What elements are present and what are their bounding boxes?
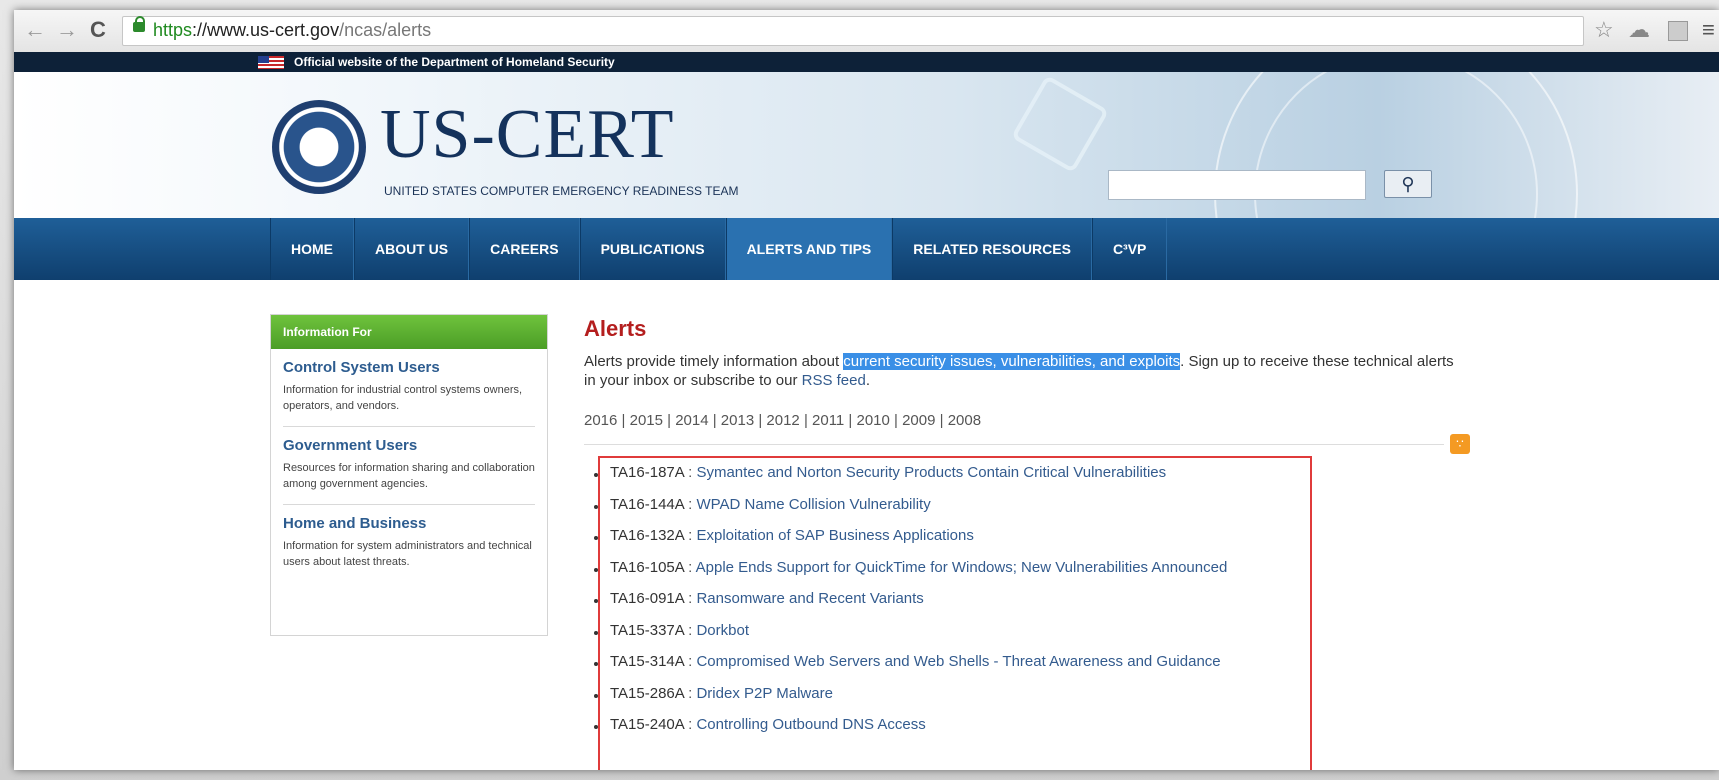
search-button[interactable]: ⚲	[1384, 170, 1432, 198]
intro-paragraph: Alerts provide timely information about …	[584, 352, 1464, 390]
cloud-icon[interactable]: ☁	[1628, 17, 1650, 43]
alert-id: TA16-091A	[610, 590, 684, 607]
nav-item-c-vp[interactable]: C³VP	[1091, 218, 1168, 280]
extension-icon[interactable]	[1668, 21, 1688, 41]
alert-separator: :	[683, 495, 697, 513]
alert-list-item: TA16-132A : Exploitation of SAP Business…	[584, 527, 1227, 559]
sidebar-link-home-and-business[interactable]: Home and Business	[283, 515, 535, 532]
sidebar-block-control-systems: Control System Users Information for ind…	[283, 349, 535, 427]
nav-item-alerts-and-tips[interactable]: ALERTS AND TIPS	[725, 218, 893, 280]
reload-icon[interactable]: C	[90, 18, 106, 42]
nav-item-home[interactable]: HOME	[270, 218, 354, 280]
url-host: ://www.us-cert.gov	[192, 20, 340, 40]
nav-item-careers[interactable]: CAREERS	[469, 218, 580, 280]
alert-separator: :	[683, 590, 697, 607]
alert-separator: :	[683, 558, 696, 576]
alert-id: TA15-286A	[610, 684, 684, 702]
menu-icon[interactable]: ≡	[1702, 17, 1715, 43]
alert-list-item: TA15-240A : Controlling Outbound DNS Acc…	[584, 716, 1227, 748]
browser-toolbar: ← → C https://www.us-cert.gov/ncas/alert…	[14, 10, 1719, 53]
site-title[interactable]: US-CERT	[380, 98, 675, 172]
alert-separator: :	[683, 653, 697, 670]
alert-separator: :	[683, 621, 697, 639]
search-input[interactable]	[1108, 170, 1366, 200]
browser-window: ← → C https://www.us-cert.gov/ncas/alert…	[14, 10, 1719, 770]
address-bar[interactable]: https://www.us-cert.gov/ncas/alerts	[122, 16, 1584, 46]
alert-title-link[interactable]: Ransomware and Recent Variants	[696, 590, 923, 607]
alert-title-link[interactable]: Dorkbot	[696, 622, 749, 639]
forward-icon[interactable]: →	[56, 18, 78, 42]
alert-list-item: TA16-144A : WPAD Name Collision Vulnerab…	[584, 496, 1227, 528]
alert-title-link[interactable]: Dridex P2P Malware	[696, 685, 832, 702]
alert-id: TA15-337A	[610, 621, 684, 639]
sidebar-block-home-business: Home and Business Information for system…	[283, 505, 535, 582]
sidebar-link-government-users[interactable]: Government Users	[283, 437, 535, 454]
alert-title-link[interactable]: WPAD Name Collision Vulnerability	[696, 496, 930, 513]
main-nav-items: HOME ABOUT US CAREERS PUBLICATIONS ALERTS AN…	[270, 218, 1168, 280]
alert-list-item: TA16-187A : Symantec and Norton Security…	[584, 464, 1227, 496]
sidebar-desc: Information for system administrators an…	[283, 540, 532, 568]
information-for-sidebar: Information For Control System Users Inf…	[270, 314, 548, 636]
sidebar-link-control-system-users[interactable]: Control System Users	[283, 359, 535, 376]
alert-id: TA15-314A	[610, 653, 684, 670]
back-icon[interactable]: ←	[24, 18, 46, 42]
alert-id: TA15-240A	[610, 716, 684, 733]
official-website-strip: Official website of the Department of Ho…	[14, 52, 1719, 72]
dhs-seal-logo[interactable]	[272, 100, 366, 194]
alert-id: TA16-187A	[610, 464, 684, 481]
decorative-hexagon	[1010, 74, 1110, 174]
alert-id: TA16-144A	[610, 495, 684, 513]
alert-title-link[interactable]: Symantec and Norton Security Products Co…	[696, 464, 1166, 481]
alert-separator: :	[683, 527, 697, 544]
intro-highlighted-text: current security issues, vulnerabilities…	[843, 353, 1181, 370]
us-flag-icon	[258, 56, 284, 69]
divider	[584, 444, 1444, 445]
url-path: /ncas/alerts	[339, 20, 432, 40]
alert-list-item: TA16-105A : Apple Ends Support for Quick…	[584, 559, 1227, 591]
alert-title-link[interactable]: Compromised Web Servers and Web Shells -…	[696, 653, 1220, 670]
year-filter-links[interactable]: 2016 | 2015 | 2014 | 2013 | 2012 | 2011 …	[584, 412, 1484, 429]
intro-text: Alerts provide timely information about	[584, 353, 844, 370]
rss-feed-link[interactable]: RSS feed	[802, 372, 866, 389]
alert-list-item: TA15-314A : Compromised Web Servers and …	[584, 653, 1227, 685]
alert-list-item: TA15-337A : Dorkbot	[584, 622, 1227, 654]
main-navigation: HOME ABOUT US CAREERS PUBLICATIONS ALERTS AN…	[14, 218, 1719, 280]
alert-list-item: TA16-091A : Ransomware and Recent Varian…	[584, 590, 1227, 622]
bookmark-star-icon[interactable]: ☆	[1594, 17, 1614, 43]
alert-title-link[interactable]: Exploitation of SAP Business Application…	[696, 527, 973, 544]
sidebar-heading: Information For	[271, 315, 547, 349]
lock-icon	[133, 16, 145, 32]
sidebar-desc: Resources for information sharing and co…	[283, 462, 535, 490]
sidebar-block-government: Government Users Resources for informati…	[283, 427, 535, 505]
alert-title-link[interactable]: Apple Ends Support for QuickTime for Win…	[696, 559, 1228, 576]
site-subtitle: UNITED STATES COMPUTER EMERGENCY READINE…	[384, 184, 739, 198]
nav-item-about-us[interactable]: ABOUT US	[354, 218, 470, 280]
official-website-text: Official website of the Department of Ho…	[294, 55, 615, 69]
site-header: US-CERT UNITED STATES COMPUTER EMERGENCY…	[14, 72, 1719, 218]
url-scheme: https	[153, 20, 193, 40]
nav-item-publications[interactable]: PUBLICATIONS	[579, 218, 726, 280]
alert-separator: :	[683, 716, 697, 733]
url-text[interactable]: https://www.us-cert.gov/ncas/alerts	[153, 20, 431, 41]
alert-separator: :	[683, 684, 697, 702]
alert-list-item: TA15-286A : Dridex P2P Malware	[584, 685, 1227, 717]
alerts-list: TA16-187A : Symantec and Norton Security…	[584, 464, 1227, 748]
search-icon: ⚲	[1401, 174, 1415, 194]
rss-icon[interactable]: ∵	[1450, 434, 1470, 454]
page-title: Alerts	[584, 316, 647, 341]
nav-item-related-resources[interactable]: RELATED RESOURCES	[892, 218, 1092, 280]
alert-title-link[interactable]: Controlling Outbound DNS Access	[696, 716, 925, 733]
alert-id: TA16-105A	[610, 558, 684, 576]
alert-id: TA16-132A	[610, 527, 684, 544]
intro-text: .	[865, 372, 871, 389]
main-content: Alerts Alerts provide timely information…	[584, 316, 1484, 770]
sidebar-desc: Information for industrial control syste…	[283, 384, 523, 412]
alert-separator: :	[683, 464, 697, 481]
